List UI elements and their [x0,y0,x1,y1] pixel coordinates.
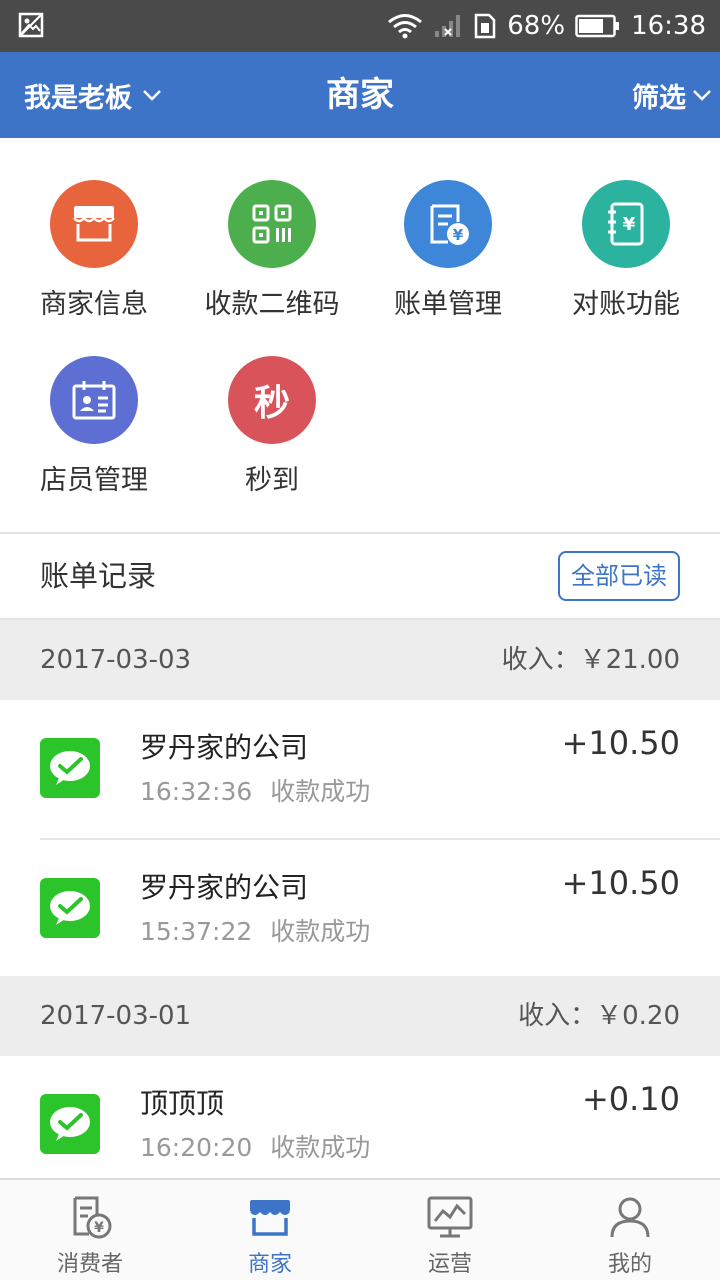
instant-settlement-button[interactable]: 秒 秒到 [182,356,362,497]
svg-text:¥: ¥ [94,1220,104,1236]
role-label: 我是老板 [24,82,132,114]
role-selector[interactable]: 我是老板 [24,52,162,138]
mark-all-read-button[interactable]: 全部已读 [558,551,680,601]
payer-name: 罗丹家的公司 [140,731,309,764]
tab-operations[interactable]: 运营 [360,1180,540,1280]
tab-profile[interactable]: 我的 [540,1180,720,1280]
transaction-status: 收款成功 [270,917,371,946]
payer-name: 罗丹家的公司 [140,871,309,904]
clock: 16:38 [631,11,706,41]
transaction-status: 收款成功 [270,777,371,806]
payment-qr-button[interactable]: 收款二维码 [182,180,362,321]
bottom-navigation: ¥ 消费者 商家 运营 我的 [0,1178,720,1280]
function-label: 店员管理 [40,465,148,496]
miao-icon: 秒 [228,356,316,444]
date-group-header: 2017-03-01 收入：￥0.20 [0,976,720,1056]
transaction-row[interactable]: 罗丹家的公司 16:32:36 收款成功 +10.50 [0,700,720,838]
bill-yen-icon: ¥ [404,180,492,268]
bill-records-header: 账单记录 全部已读 [0,534,720,618]
function-label: 账单管理 [394,289,502,320]
ledger-yen-icon: ¥ [582,180,670,268]
bill-management-button[interactable]: ¥ 账单管理 [358,180,538,321]
transaction-amount: +0.10 [581,1080,680,1118]
battery-icon [575,14,620,38]
shop-icon [250,1200,290,1236]
app-header: 我是老板 商家 筛选 [0,52,720,138]
group-date: 2017-03-03 [40,645,192,675]
transaction-row[interactable]: 罗丹家的公司 15:37:22 收款成功 +10.50 [0,840,720,978]
function-label: 对账功能 [572,289,680,320]
battery-percent: 68% [507,11,566,41]
transaction-meta: 15:37:22 收款成功 [140,912,370,948]
image-notification-icon [18,12,44,38]
tab-label: 商家 [247,1252,292,1277]
tab-merchant[interactable]: 商家 [180,1180,360,1280]
group-income: 收入：￥0.20 [518,1001,680,1031]
date-group-header: 2017-03-03 收入：￥21.00 [0,620,720,700]
status-bar: 68% 16:38 [0,0,720,52]
function-label: 秒到 [245,465,299,496]
svg-text:¥: ¥ [453,226,464,244]
staff-management-button[interactable]: 店员管理 [4,356,184,497]
transaction-amount: +10.50 [561,864,680,902]
function-grid: 商家信息 收款二维码 ¥ 账单管理 ¥ 对账功能 店员管理 秒 秒到 [0,138,720,532]
operations-chart-icon [427,1196,473,1238]
transaction-meta: 16:20:20 收款成功 [140,1128,370,1164]
signal-icon [435,15,461,37]
filter-label: 筛选 [632,82,686,114]
transaction-amount: +10.50 [561,724,680,762]
chevron-down-icon [143,90,161,101]
transaction-status: 收款成功 [270,1133,371,1162]
wechat-pay-icon [40,1094,100,1154]
wifi-icon [388,14,423,39]
group-income: 收入：￥21.00 [501,645,680,675]
function-label: 商家信息 [40,289,148,320]
svg-text:¥: ¥ [623,214,636,235]
consumer-icon: ¥ [73,1196,112,1239]
chevron-down-icon [693,90,711,101]
group-date: 2017-03-01 [40,1001,192,1031]
wechat-pay-icon [40,738,100,798]
function-label: 收款二维码 [204,289,340,320]
payer-name: 顶顶顶 [140,1087,225,1120]
transaction-meta: 16:32:36 收款成功 [140,772,370,808]
storefront-icon [50,180,138,268]
transaction-row[interactable]: 顶顶顶 16:20:20 收款成功 +0.10 [0,1056,720,1194]
tab-label: 运营 [427,1252,472,1277]
staff-badge-icon [50,356,138,444]
filter-button[interactable]: 筛选 [632,52,712,138]
transaction-time: 16:20:20 [140,1133,253,1162]
tab-label: 消费者 [56,1252,123,1277]
profile-icon [610,1197,650,1238]
tab-consumer[interactable]: ¥ 消费者 [0,1180,180,1280]
reconciliation-button[interactable]: ¥ 对账功能 [536,180,716,321]
merchant-info-button[interactable]: 商家信息 [4,180,184,321]
wechat-pay-icon [40,878,100,938]
section-title: 账单记录 [40,559,157,593]
transaction-time: 16:32:36 [140,777,253,806]
miao-glyph: 秒 [253,383,290,424]
sim-data-icon [475,13,496,39]
transaction-time: 15:37:22 [140,917,253,946]
tab-label: 我的 [607,1252,652,1277]
qr-code-icon [228,180,316,268]
